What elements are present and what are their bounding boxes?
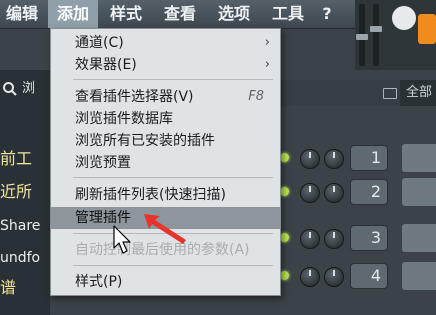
channel-name-button[interactable]: [402, 224, 436, 252]
channel-row: 2: [280, 178, 436, 206]
channel-number-button[interactable]: 2: [350, 179, 388, 205]
menu-add[interactable]: 添加: [48, 0, 98, 28]
channel-led[interactable]: [280, 187, 289, 196]
browser-item[interactable]: 近所: [0, 180, 50, 204]
record-button[interactable]: [392, 6, 416, 30]
channel-number-button[interactable]: 1: [350, 145, 388, 171]
browser-item[interactable]: 谱: [0, 276, 50, 300]
channel-number: 4: [370, 266, 381, 285]
mouse-cursor-icon: [113, 225, 131, 254]
browser-item[interactable]: undfo: [0, 246, 50, 270]
channel-led[interactable]: [280, 233, 289, 242]
submenu-arrow-icon: ›: [264, 35, 270, 50]
menu-item-browse-presets[interactable]: 浏览预置: [51, 152, 280, 174]
channel-led[interactable]: [280, 153, 289, 162]
menu-item-effects[interactable]: 效果器(E) ›: [51, 54, 280, 76]
orange-toggle-button[interactable]: [418, 14, 436, 44]
volume-knob[interactable]: [324, 267, 344, 287]
menu-item-plugin-picker[interactable]: 查看插件选择器(V) F8: [51, 86, 280, 108]
channel-filter-dropdown[interactable]: 全部: [400, 80, 436, 106]
menu-item-label: 查看插件选择器(V): [75, 89, 194, 105]
pan-knob[interactable]: [300, 229, 320, 249]
fader-knob[interactable]: [370, 26, 382, 32]
channel-number: 2: [370, 182, 381, 201]
add-dropdown-menu: 通道(C) › 效果器(E) › 查看插件选择器(V) F8 浏览插件数据库 浏…: [50, 28, 281, 296]
menu-separator: [73, 79, 273, 80]
menu-item-browse-plugin-db[interactable]: 浏览插件数据库: [51, 108, 280, 130]
menu-item-refresh-plugins[interactable]: 刷新插件列表(快速扫描): [51, 184, 280, 206]
pan-knob[interactable]: [300, 183, 320, 203]
menu-style[interactable]: 样式: [104, 0, 148, 28]
folder-icon[interactable]: [383, 88, 397, 99]
browser-item[interactable]: 前工: [0, 147, 50, 171]
channel-led[interactable]: [280, 271, 289, 280]
channel-number-button[interactable]: 3: [350, 225, 388, 251]
channel-name-button[interactable]: [402, 262, 436, 290]
channel-number: 3: [370, 228, 381, 247]
menu-item-channel[interactable]: 通道(C) ›: [51, 32, 280, 54]
channel-row: 4: [280, 262, 436, 290]
menu-separator: [73, 177, 273, 178]
menu-item-shortcut: F8: [248, 89, 264, 104]
menu-options[interactable]: 选项: [212, 0, 256, 28]
pan-knob[interactable]: [300, 267, 320, 287]
browser-item[interactable]: Share: [0, 214, 50, 238]
channel-name-button[interactable]: [402, 144, 436, 172]
channel-row: 3: [280, 224, 436, 252]
search-icon: [3, 82, 17, 96]
submenu-arrow-icon: ›: [264, 57, 270, 72]
browser-header[interactable]: 浏: [0, 78, 50, 100]
menu-item-style[interactable]: 样式(P): [51, 271, 280, 293]
annotation-arrow-icon: [144, 214, 186, 244]
menu-edit[interactable]: 编辑: [0, 0, 44, 28]
channel-name-button[interactable]: [402, 178, 436, 206]
fader-knob[interactable]: [356, 34, 368, 40]
menu-separator: [73, 265, 273, 266]
browser-header-label: 浏: [22, 81, 36, 96]
pan-knob[interactable]: [300, 149, 320, 169]
menu-tools[interactable]: 工具: [266, 0, 310, 28]
menu-view[interactable]: 查看: [158, 0, 202, 28]
channel-number-button[interactable]: 4: [350, 263, 388, 289]
fader[interactable]: [370, 4, 382, 66]
fader[interactable]: [356, 4, 368, 66]
menu-item-label: 效果器(E): [75, 57, 137, 73]
menu-item-browse-installed[interactable]: 浏览所有已安装的插件: [51, 130, 280, 152]
menu-item-label: 通道(C): [75, 35, 124, 51]
channel-row: 1: [280, 144, 436, 172]
menu-help[interactable]: ?: [316, 0, 338, 28]
volume-knob[interactable]: [324, 229, 344, 249]
channel-number: 1: [370, 148, 381, 167]
volume-knob[interactable]: [324, 149, 344, 169]
volume-knob[interactable]: [324, 183, 344, 203]
